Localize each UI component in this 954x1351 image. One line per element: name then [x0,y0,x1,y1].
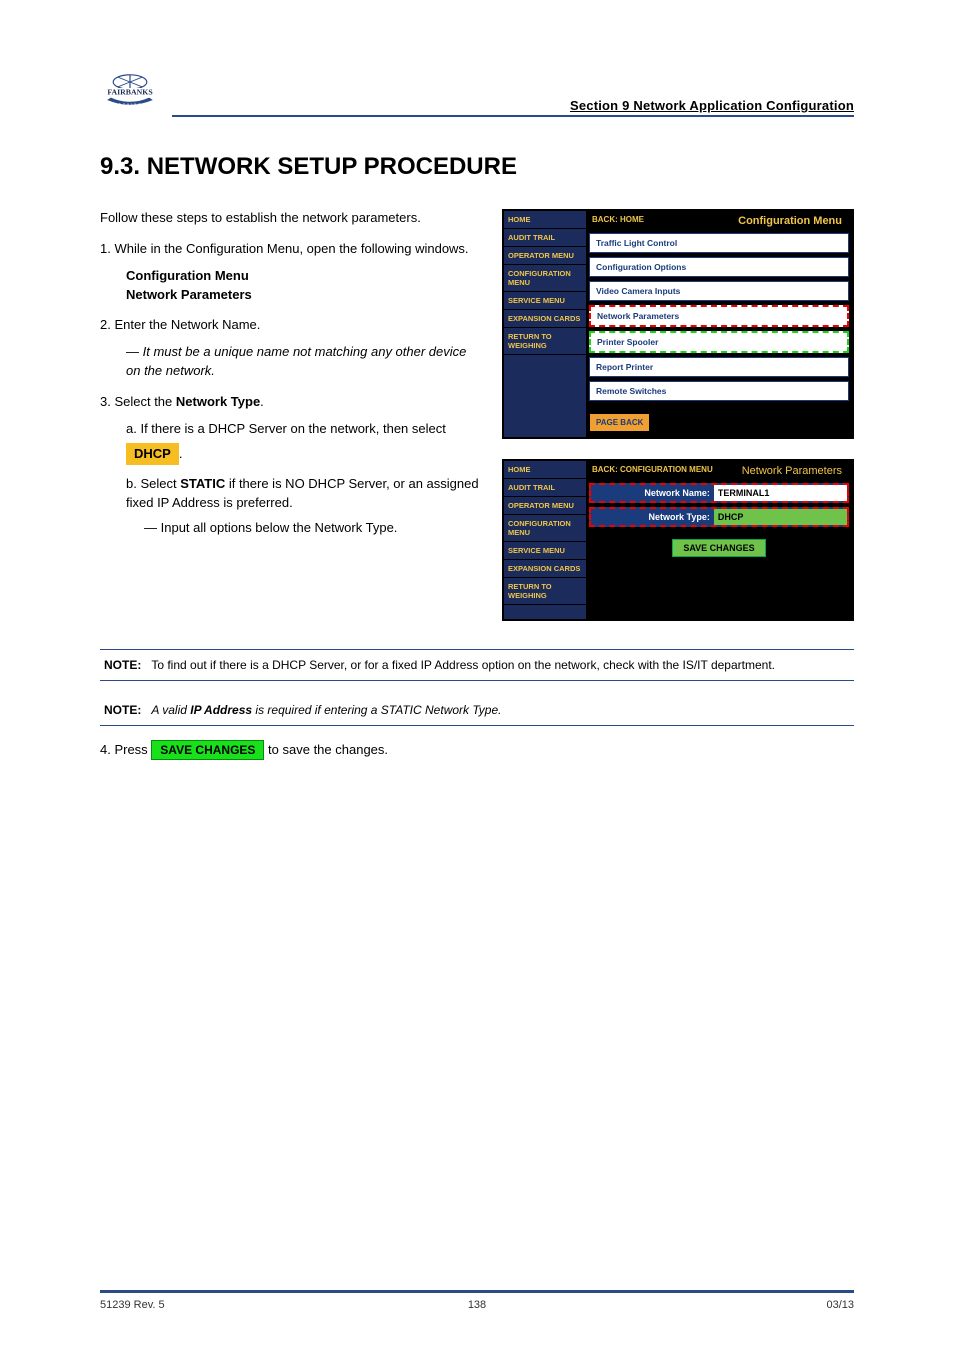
footer-left: 51239 Rev. 5 [100,1299,351,1311]
network-type-label: Network Type: [591,509,714,525]
menu-item-network-parameters[interactable]: Network Parameters [589,305,849,327]
step-1b-label: Network Parameters [126,287,252,302]
step-3-link: Network Type [176,394,260,409]
nav-item[interactable]: SERVICE MENU [504,292,586,310]
nav-item[interactable]: HOME [504,461,586,479]
note-2-post: is required if entering a STATIC Network… [252,703,501,717]
network-name-label: Network Name: [591,485,714,501]
nav-item[interactable]: HOME [504,211,586,229]
shot1-nav: HOME AUDIT TRAIL OPERATOR MENU CONFIGURA… [504,211,586,437]
dhcp-highlight: DHCP [126,443,179,466]
save-changes-inline: SAVE CHANGES [151,740,264,760]
shot2-title: Network Parameters [732,461,852,481]
shot2-nav: HOME AUDIT TRAIL OPERATOR MENU CONFIGURA… [504,461,586,619]
step-3a: a. If there is a DHCP Server on the netw… [126,421,446,436]
nav-item[interactable]: SERVICE MENU [504,542,586,560]
menu-item[interactable]: Video Camera Inputs [589,281,849,301]
network-type-select[interactable]: DHCP [714,509,847,525]
nav-item[interactable]: CONFIGURATION MENU [504,515,586,542]
footer-right: 03/13 [603,1299,854,1311]
page-header: FAIRBANKS S C A L E S Section 9 Network … [100,70,854,117]
svg-text:S C A L E S: S C A L E S [119,102,141,106]
nav-item[interactable]: AUDIT TRAIL [504,479,586,497]
menu-item[interactable]: Remote Switches [589,381,849,401]
fairbanks-logo: FAIRBANKS S C A L E S [100,70,160,117]
note-1: NOTE: To find out if there is a DHCP Ser… [100,649,854,681]
step-4: 4. Press SAVE CHANGES to save the change… [100,740,854,760]
note-2: NOTE: A valid IP Address is required if … [100,695,854,726]
step-3b-static: STATIC [180,476,225,491]
footer-page-number: 138 [351,1299,602,1311]
step-4-pre: 4. Press [100,742,151,757]
network-type-row: Network Type: DHCP [589,507,849,527]
step-3-post: . [260,394,264,409]
note-2-pre: A valid [151,703,190,717]
note-1-text: To find out if there is a DHCP Server, o… [151,658,775,672]
menu-item[interactable]: Configuration Options [589,257,849,277]
menu-item[interactable]: Report Printer [589,357,849,377]
nav-item[interactable]: EXPANSION CARDS [504,560,586,578]
step-4-post: to save the changes. [264,742,388,757]
note-2-ip: IP Address [190,703,252,717]
page-footer: 51239 Rev. 5 138 03/13 [100,1290,854,1311]
step-3-pre: 3. Select the [100,394,176,409]
back-link[interactable]: BACK: HOME [586,211,728,231]
menu-item-printer-spooler[interactable]: Printer Spooler [589,331,849,353]
note-label: NOTE: [104,703,141,717]
nav-item[interactable]: RETURN TO WEIGHING [504,328,586,355]
svg-text:FAIRBANKS: FAIRBANKS [107,88,152,97]
back-link[interactable]: BACK: CONFIGURATION MENU [586,461,732,481]
section-title: Section 9 Network Application Configurat… [172,98,854,117]
nav-item[interactable]: AUDIT TRAIL [504,229,586,247]
nav-item[interactable]: RETURN TO WEIGHING [504,578,586,605]
screenshot-network-parameters: HOME AUDIT TRAIL OPERATOR MENU CONFIGURA… [502,459,854,621]
step-3b-note: Input all options below the Network Type… [161,520,398,535]
screenshot-config-menu: HOME AUDIT TRAIL OPERATOR MENU CONFIGURA… [502,209,854,439]
step-3a-post: . [179,446,183,461]
intro-text: Follow these steps to establish the netw… [100,209,480,228]
shot1-title: Configuration Menu [728,211,852,231]
nav-item[interactable]: CONFIGURATION MENU [504,265,586,292]
menu-item[interactable]: Traffic Light Control [589,233,849,253]
save-changes-button[interactable]: SAVE CHANGES [672,539,765,557]
page-title: 9.3. NETWORK SETUP PROCEDURE [100,153,854,181]
network-name-input[interactable]: TERMINAL1 [714,485,847,501]
step-2: 2. Enter the Network Name. [100,317,260,332]
nav-item[interactable]: EXPANSION CARDS [504,310,586,328]
step-1: 1. While in the Configuration Menu, open… [100,240,480,259]
step-2-note: It must be a unique name not matching an… [126,344,466,378]
step-3b-pre: b. Select [126,476,180,491]
nav-item[interactable]: OPERATOR MENU [504,247,586,265]
nav-item[interactable]: OPERATOR MENU [504,497,586,515]
step-1a-label: Configuration Menu [126,268,249,283]
page-back-button[interactable]: PAGE BACK [589,413,650,432]
note-label: NOTE: [104,658,141,672]
network-name-row: Network Name: TERMINAL1 [589,483,849,503]
